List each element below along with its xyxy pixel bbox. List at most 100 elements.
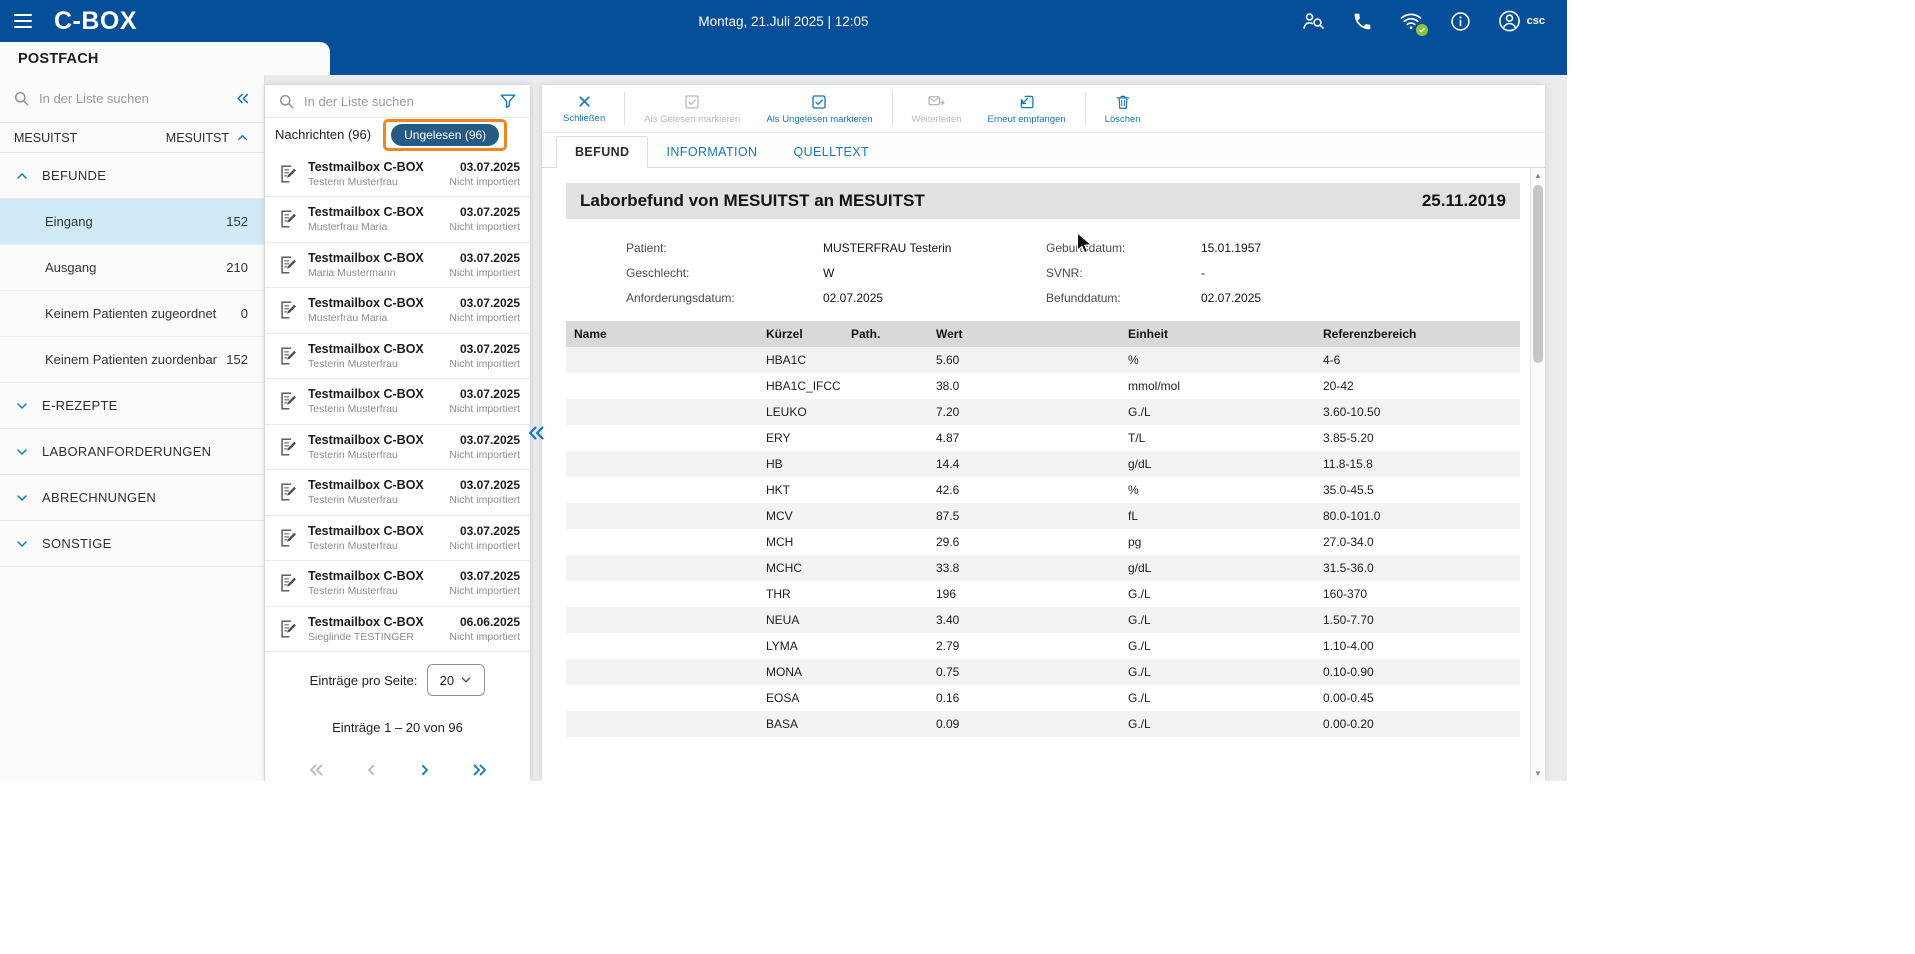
- sidebar-section-e-rezepte[interactable]: E-REZEPTE: [0, 383, 264, 429]
- message-status: Nicht importiert: [449, 540, 520, 552]
- collapse-panel-icon[interactable]: [523, 420, 549, 446]
- last-page-icon[interactable]: [469, 759, 491, 781]
- tab-information[interactable]: INFORMATION: [648, 137, 775, 167]
- sidebar-section-laboranforderungen[interactable]: LABORANFORDERUNGEN: [0, 429, 264, 475]
- scrollbar-thumb[interactable]: [1533, 185, 1543, 363]
- filter-icon[interactable]: [498, 91, 518, 111]
- sidebar-section-abrechnungen[interactable]: ABRECHNUNGEN: [0, 475, 264, 521]
- pagination: [265, 759, 530, 781]
- tab-befund[interactable]: BEFUND: [556, 136, 648, 168]
- patient-info: Patient: MUSTERFRAU Testerin Geburtsdatu…: [626, 241, 1520, 305]
- list-item[interactable]: Testmailbox C-BOX 03.07.2025 Musterfrau …: [265, 288, 530, 334]
- sidebar-item-keinem-patienten-zugeordnet[interactable]: Keinem Patienten zugeordnet 0: [0, 291, 264, 337]
- cell-wert: 0.75: [928, 659, 1120, 685]
- main-area: MESUITST MESUITST BEFUNDE Eingang 152 Au…: [0, 75, 1567, 781]
- message-status: Nicht importiert: [449, 631, 520, 643]
- document-date: 25.11.2019: [1422, 191, 1506, 211]
- cell-wert: 38.0: [928, 373, 1120, 399]
- user-menu[interactable]: csc: [1497, 9, 1545, 34]
- item-count: 152: [226, 352, 248, 367]
- close-button[interactable]: Schließen: [550, 93, 618, 124]
- scroll-up-icon[interactable]: ▲: [1531, 168, 1545, 183]
- tool-label: Erneut empfangen: [988, 114, 1066, 125]
- col-path: Path.: [843, 321, 928, 347]
- table-row: MCH 29.6 pg 27.0-34.0: [566, 529, 1520, 555]
- table-row: NEUA 3.40 G./L 1.50-7.70: [566, 607, 1520, 633]
- delete-button[interactable]: Löschen: [1092, 93, 1154, 125]
- sidebar-section-befunde[interactable]: BEFUNDE: [0, 153, 264, 199]
- tab-ungelesen[interactable]: Ungelesen (96): [391, 124, 499, 146]
- mailbox-selector[interactable]: MESUITST MESUITST: [0, 123, 264, 153]
- forward-button[interactable]: Weiterleiten: [899, 92, 975, 125]
- patient-field-value: -: [1201, 266, 1520, 280]
- col-kuerzel: Kürzel: [758, 321, 843, 347]
- list-item[interactable]: Testmailbox C-BOX 03.07.2025 Musterfrau …: [265, 197, 530, 243]
- cell-wert: 2.79: [928, 633, 1120, 659]
- list-item[interactable]: Testmailbox C-BOX 06.06.2025 Sieglinde T…: [265, 607, 530, 653]
- list-item[interactable]: Testmailbox C-BOX 03.07.2025 Testerin Mu…: [265, 152, 530, 198]
- next-page-icon[interactable]: [415, 760, 435, 780]
- chevron-up-icon[interactable]: [235, 130, 250, 145]
- cell-wert: 0.16: [928, 685, 1120, 711]
- contact-search-icon[interactable]: [1301, 9, 1326, 34]
- table-row: LEUKO 7.20 G./L 3.60-10.50: [566, 399, 1520, 425]
- tab-quelltext[interactable]: QUELLTEXT: [775, 137, 887, 167]
- col-wert: Wert: [928, 321, 1120, 347]
- list-item[interactable]: Testmailbox C-BOX 03.07.2025 Testerin Mu…: [265, 379, 530, 425]
- tab-postfach[interactable]: POSTFACH: [0, 42, 330, 75]
- message-date: 03.07.2025: [460, 524, 520, 538]
- phone-icon[interactable]: [1350, 9, 1375, 34]
- cell-kuerzel: ERY: [758, 425, 843, 451]
- cell-einheit: G./L: [1120, 633, 1315, 659]
- message-sender: Testerin Musterfrau: [308, 358, 398, 370]
- scroll-down-icon[interactable]: ▼: [1531, 766, 1545, 781]
- previous-page-icon[interactable]: [361, 760, 381, 780]
- receive-again-button[interactable]: Erneut empfangen: [975, 93, 1079, 125]
- message-date: 03.07.2025: [460, 569, 520, 583]
- page-size-select[interactable]: 20: [427, 664, 485, 696]
- list-item[interactable]: Testmailbox C-BOX 03.07.2025 Testerin Mu…: [265, 425, 530, 471]
- cell-wert: 5.60: [928, 347, 1120, 373]
- list-search-input[interactable]: [304, 94, 490, 109]
- list-item[interactable]: Testmailbox C-BOX 03.07.2025 Testerin Mu…: [265, 334, 530, 380]
- app-window: C-BOX Montag, 21.Juli 2025 | 12:05 csc P…: [0, 0, 1567, 781]
- sidebar-search-input[interactable]: [39, 91, 225, 106]
- cell-referenzbereich: 0.00-0.20: [1315, 711, 1520, 737]
- message-sender: Musterfrau Maria: [308, 221, 387, 233]
- cell-referenzbereich: 160-370: [1315, 581, 1520, 607]
- list-item[interactable]: Testmailbox C-BOX 03.07.2025 Testerin Mu…: [265, 470, 530, 516]
- list-search: [265, 85, 530, 118]
- cell-path: [843, 373, 928, 399]
- tab-nachrichten[interactable]: Nachrichten (96): [275, 127, 371, 142]
- cell-wert: 3.40: [928, 607, 1120, 633]
- cell-name: [566, 373, 758, 399]
- info-icon[interactable]: [1448, 9, 1473, 34]
- detail-toolbar: Schließen Als Gelesen markieren Als Unge…: [542, 85, 1545, 133]
- message-date: 03.07.2025: [460, 387, 520, 401]
- sidebar-item-keinem-patienten-zuordenbar[interactable]: Keinem Patienten zuordenbar 152: [0, 337, 264, 383]
- collapse-sidebar-icon[interactable]: [233, 89, 252, 108]
- wifi-icon[interactable]: [1399, 9, 1424, 34]
- col-referenzbereich: Referenzbereich: [1315, 321, 1520, 347]
- item-label: Keinem Patienten zuordenbar: [45, 352, 217, 367]
- toolbar-separator: [624, 92, 625, 126]
- note-pencil-icon: [277, 527, 299, 549]
- sidebar-item-eingang[interactable]: Eingang 152: [0, 199, 264, 245]
- detail-scrollbar[interactable]: ▲ ▼: [1530, 168, 1545, 781]
- first-page-icon[interactable]: [305, 759, 327, 781]
- cell-referenzbereich: 11.8-15.8: [1315, 451, 1520, 477]
- cell-name: [566, 607, 758, 633]
- sidebar-item-ausgang[interactable]: Ausgang 210: [0, 245, 264, 291]
- cell-path: [843, 451, 928, 477]
- list-item[interactable]: Testmailbox C-BOX 03.07.2025 Maria Muste…: [265, 243, 530, 289]
- menu-icon[interactable]: [14, 8, 40, 34]
- cell-path: [843, 685, 928, 711]
- message-list-panel: Nachrichten (96) Ungelesen (96) Testmail…: [265, 85, 530, 781]
- sidebar-section-sonstige[interactable]: SONSTIGE: [0, 521, 264, 567]
- cell-wert: 7.20: [928, 399, 1120, 425]
- mark-read-button[interactable]: Als Gelesen markieren: [631, 93, 753, 125]
- list-item[interactable]: Testmailbox C-BOX 03.07.2025 Testerin Mu…: [265, 561, 530, 607]
- mark-unread-button[interactable]: Als Ungelesen markieren: [753, 93, 885, 125]
- message-date: 03.07.2025: [460, 433, 520, 447]
- list-item[interactable]: Testmailbox C-BOX 03.07.2025 Testerin Mu…: [265, 516, 530, 562]
